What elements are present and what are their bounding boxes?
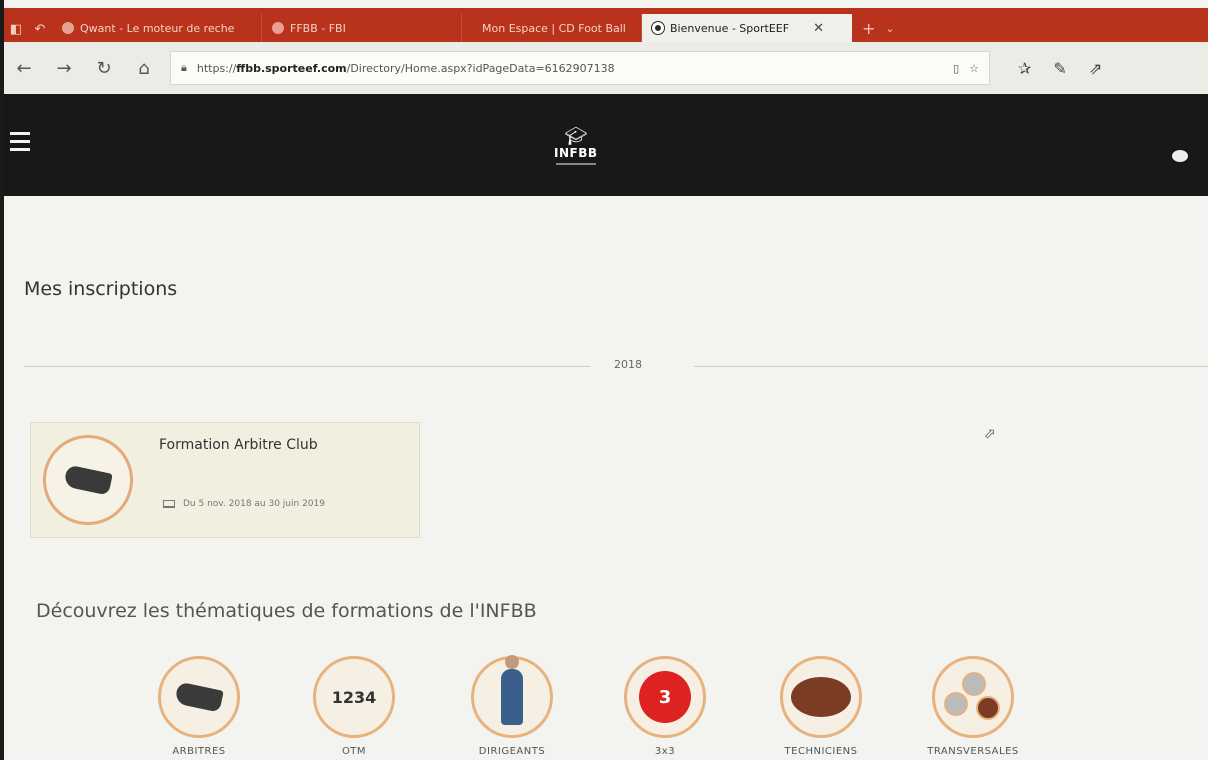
browser-tabstrip: ◧ ↶ Qwant - Le moteur de reche FFBB - FB… <box>4 8 1208 42</box>
infbb-logo[interactable]: 🎓︎ INFBB <box>554 128 598 165</box>
refresh-icon[interactable]: ↻ <box>84 58 124 79</box>
tab-actions-icon[interactable]: ◧ <box>4 16 28 42</box>
tab-ffbb[interactable]: FFBB - FBI <box>262 14 462 42</box>
graduation-cap-icon: 🎓︎ <box>564 126 588 147</box>
favorite-star-icon[interactable]: ☆ <box>969 62 979 75</box>
inscription-title[interactable]: Formation Arbitre Club <box>159 437 318 453</box>
url-text: https://ffbb.sporteef.com/Directory/Home… <box>196 61 615 75</box>
inscription-card[interactable]: Formation Arbitre Club Du 5 nov. 2018 au… <box>30 422 420 538</box>
tab-mon-espace[interactable]: Mon Espace | CD Foot Ball <box>462 14 642 42</box>
theme-3x3[interactable]: 3 3x3 <box>610 656 720 757</box>
back-tabs-icon[interactable]: ↶ <box>28 16 52 42</box>
qwant-favicon-icon <box>62 22 74 34</box>
tab-sporteef[interactable]: Bienvenue - SportEEF ✕ <box>642 14 852 42</box>
lock-icon: 🔒︎ <box>181 61 187 74</box>
logo-underline <box>555 163 596 165</box>
themes-list: ARBITRES 1234 OTM DIRIGEANTS 3 3x3 TECHN… <box>144 655 1044 760</box>
inscription-dates: Du 5 nov. 2018 au 30 juin 2019 <box>163 499 325 509</box>
transversal-icon <box>932 656 1014 738</box>
browser-navbar: ← → ↻ ⌂ 🔒︎ https://ffbb.sporteef.com/Dir… <box>4 42 1208 94</box>
share-icon[interactable]: ⇗ <box>1089 59 1102 78</box>
home-icon[interactable]: ⌂ <box>124 58 164 79</box>
whistle-icon <box>158 656 240 738</box>
sporteef-favicon-icon <box>652 22 664 34</box>
theme-arbitres[interactable]: ARBITRES <box>144 656 254 757</box>
new-tab-icon[interactable]: + <box>852 14 885 42</box>
close-tab-icon[interactable]: ✕ <box>813 21 824 36</box>
address-bar[interactable]: 🔒︎ https://ffbb.sporteef.com/Directory/H… <box>170 51 990 85</box>
year-label: 2018 <box>614 358 642 371</box>
mouse-cursor-icon: ⬀ <box>984 426 996 442</box>
numbers-icon: 1234 <box>313 656 395 738</box>
tab-qwant[interactable]: Qwant - Le moteur de reche <box>52 14 262 42</box>
menu-icon[interactable] <box>10 132 30 156</box>
theme-transversales[interactable]: TRANSVERSALES <box>918 656 1028 757</box>
inscriptions-title: Mes inscriptions <box>24 278 178 300</box>
theme-dirigeants[interactable]: DIRIGEANTS <box>457 655 567 757</box>
reading-view-icon[interactable]: ▯ <box>953 62 959 75</box>
year-divider: 2018 <box>24 358 1208 371</box>
basketball-icon <box>780 656 862 738</box>
site-header: 🎓︎ INFBB <box>4 94 1208 196</box>
pen-icon[interactable]: ✎ <box>1053 59 1066 78</box>
theme-techniciens[interactable]: TECHNICIENS <box>766 656 876 757</box>
laptop-icon <box>163 500 175 508</box>
whistle-icon <box>43 435 133 525</box>
themes-title: Découvrez les thématiques de formations … <box>36 600 537 622</box>
chevron-down-icon[interactable]: ⌄ <box>885 14 902 42</box>
person-icon <box>471 655 553 738</box>
back-arrow-icon[interactable]: ← <box>4 58 44 79</box>
favorites-hub-icon[interactable]: ✰ <box>1018 59 1031 78</box>
chat-icon[interactable] <box>1172 150 1188 162</box>
main-content: Mes inscriptions 2018 Formation Arbitre … <box>4 196 1208 760</box>
theme-otm[interactable]: 1234 OTM <box>299 656 409 757</box>
ffbb-favicon-icon <box>272 22 284 34</box>
screen: ◧ ↶ Qwant - Le moteur de reche FFBB - FB… <box>4 0 1208 760</box>
three-by-three-icon: 3 <box>624 656 706 738</box>
forward-arrow-icon[interactable]: → <box>44 58 84 79</box>
